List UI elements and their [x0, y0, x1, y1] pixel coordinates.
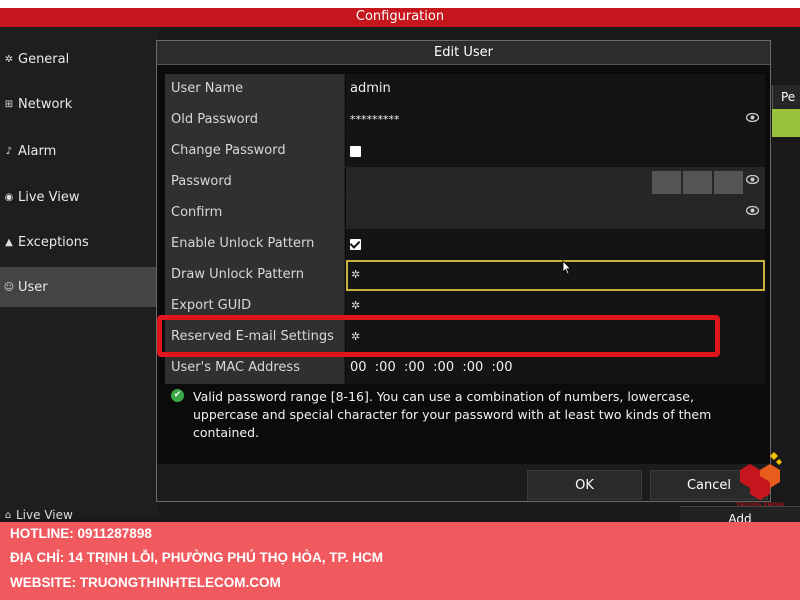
password-strength-meter	[652, 171, 743, 194]
gear-icon[interactable]: ✲	[351, 300, 360, 311]
sidebar-item-label: Live View	[18, 189, 80, 205]
password-hint: Valid password range [8-16]. You can use…	[193, 389, 712, 440]
sidebar-item-user[interactable]: ☺ User	[0, 267, 158, 307]
mac-address-input[interactable]: 00 :00 :00 :00 :00 :00	[346, 353, 765, 384]
password-row: Password	[165, 167, 765, 198]
change-password-row: Change Password	[165, 136, 765, 167]
footer-banner: HOTLINE: 0911287898 ĐỊA CHỈ: 14 TRỊNH LỖ…	[0, 522, 800, 600]
table-row-selected[interactable]	[772, 109, 800, 137]
eye-icon: ◉	[4, 191, 14, 203]
mac-address-label: User's MAC Address	[165, 353, 345, 384]
confirm-label: Confirm	[165, 198, 345, 229]
sidebar-item-exceptions[interactable]: ▲ Exceptions	[0, 222, 158, 262]
sidebar-live-view-label: Live View	[16, 508, 73, 522]
sidebar-item-live-view[interactable]: ◉ Live View	[0, 177, 158, 217]
footer-website: WEBSITE: TRUONGTHINHTELECOM.COM	[10, 575, 281, 590]
draw-unlock-pattern-focus	[346, 260, 765, 291]
check-circle-icon: ✔	[171, 389, 184, 402]
eye-icon[interactable]	[746, 206, 759, 215]
confirm-row: Confirm	[165, 198, 765, 229]
draw-unlock-pattern-label: Draw Unlock Pattern	[165, 260, 345, 291]
watermark-text: TRUONG THINH	[736, 502, 784, 508]
enable-unlock-pattern-row: Enable Unlock Pattern	[165, 229, 765, 260]
network-icon: ⊞	[4, 98, 14, 110]
home-icon: ⌂	[4, 509, 12, 521]
old-password-row: Old Password *********	[165, 105, 765, 136]
dialog-title: Edit User	[157, 41, 770, 65]
footer-hotline: HOTLINE: 0911287898	[10, 526, 152, 541]
sidebar-item-network[interactable]: ⊞ Network	[0, 84, 158, 124]
table-header-permission: Pe	[772, 85, 800, 109]
reserved-email-highlight	[157, 315, 720, 357]
sidebar-item-alarm[interactable]: ♪ Alarm	[0, 131, 158, 171]
sidebar: ✲ General ⊞ Network ♪ Alarm ◉ Live View …	[0, 27, 158, 517]
alarm-icon: ♪	[5, 145, 13, 157]
eye-icon[interactable]	[746, 175, 759, 184]
enable-unlock-pattern-label: Enable Unlock Pattern	[165, 229, 345, 260]
old-password-label: Old Password	[165, 105, 345, 136]
enable-unlock-pattern-cell	[346, 229, 765, 260]
user-name-input[interactable]: admin	[346, 74, 765, 105]
enable-unlock-pattern-checkbox[interactable]	[350, 239, 361, 250]
sidebar-item-general[interactable]: ✲ General	[0, 39, 158, 79]
change-password-label: Change Password	[165, 136, 345, 167]
old-password-value: *********	[350, 113, 400, 126]
mac-address-row: User's MAC Address 00 :00 :00 :00 :00 :0…	[165, 353, 765, 384]
eye-icon[interactable]	[746, 113, 759, 122]
change-password-cell	[346, 136, 765, 167]
user-name-row: User Name admin	[165, 74, 765, 105]
truong-thinh-logo-icon	[740, 452, 782, 500]
sidebar-item-label: User	[18, 279, 48, 295]
change-password-checkbox[interactable]	[350, 146, 361, 157]
sidebar-item-label: Alarm	[18, 143, 57, 159]
window-title: Configuration	[0, 8, 800, 27]
sidebar-item-label: Exceptions	[18, 234, 89, 250]
draw-unlock-pattern-row: Draw Unlock Pattern ✲	[165, 260, 765, 291]
users-icon: ☺	[3, 281, 15, 293]
nvr-screen: Configuration ✲ General ⊞ Network ♪ Alar…	[0, 8, 800, 522]
password-input[interactable]	[346, 167, 765, 198]
confirm-input[interactable]	[346, 198, 765, 229]
dialog-footer: OK Cancel	[157, 464, 770, 501]
password-label: Password	[165, 167, 345, 198]
gear-icon: ✲	[4, 53, 14, 65]
old-password-input[interactable]: *********	[346, 105, 765, 136]
sidebar-item-label: Network	[18, 96, 73, 112]
mouse-cursor-icon	[562, 260, 572, 275]
user-name-label: User Name	[165, 74, 345, 105]
sidebar-live-view-button[interactable]: ⌂ Live View	[0, 508, 73, 522]
sidebar-item-label: General	[18, 51, 70, 67]
ok-button[interactable]: OK	[527, 470, 642, 500]
edit-user-dialog: Edit User User Name admin Old Password *…	[156, 40, 771, 502]
footer-address: ĐỊA CHỈ: 14 TRỊNH LỖI, PHƯỜNG PHÚ THỌ HÒ…	[10, 550, 383, 565]
warning-icon: ▲	[5, 236, 13, 248]
